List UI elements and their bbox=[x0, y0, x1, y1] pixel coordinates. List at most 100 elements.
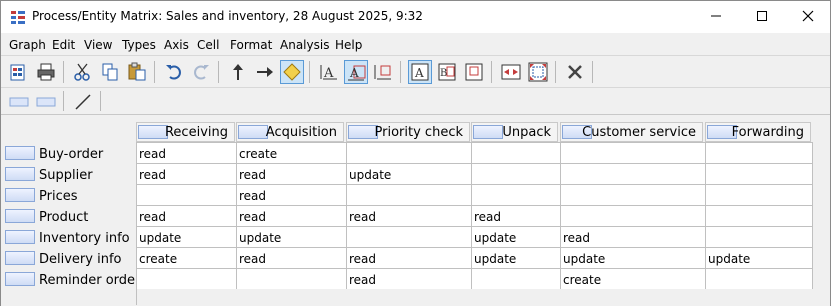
matrix-cell[interactable] bbox=[347, 185, 472, 206]
text-a-line-button[interactable] bbox=[371, 60, 395, 84]
row-header-inventory-info[interactable]: Inventory info bbox=[4, 228, 134, 247]
redo-button[interactable] bbox=[189, 60, 213, 84]
matrix-cell[interactable] bbox=[472, 269, 561, 290]
matrix-cell[interactable]: update bbox=[472, 227, 561, 248]
menu-axis[interactable]: Axis bbox=[164, 38, 189, 52]
column-header-unpack[interactable]: Unpack bbox=[471, 122, 558, 142]
matrix-cell[interactable]: read bbox=[347, 206, 472, 227]
text-frame-ba-button[interactable]: B bbox=[435, 60, 459, 84]
matrix-cell[interactable]: read bbox=[347, 269, 472, 290]
open-document-button[interactable] bbox=[7, 60, 31, 84]
matrix-cell[interactable] bbox=[561, 143, 706, 164]
matrix-cell[interactable] bbox=[137, 185, 237, 206]
print-button[interactable] bbox=[34, 60, 58, 84]
row-header-product[interactable]: Product bbox=[4, 207, 134, 226]
cut-button[interactable] bbox=[71, 60, 95, 84]
matrix-cell[interactable] bbox=[706, 164, 813, 185]
matrix-cell[interactable] bbox=[561, 206, 706, 227]
menu-graph[interactable]: Graph bbox=[9, 38, 46, 52]
matrix-cell[interactable]: create bbox=[137, 248, 237, 269]
paste-button[interactable] bbox=[125, 60, 149, 84]
column-label: Receiving bbox=[164, 125, 228, 140]
matrix-cell[interactable] bbox=[472, 185, 561, 206]
text-frame-a-button[interactable]: A bbox=[408, 60, 432, 84]
matrix-cell[interactable] bbox=[472, 164, 561, 185]
matrix-cell[interactable]: read bbox=[237, 248, 347, 269]
matrix-cell[interactable] bbox=[347, 143, 472, 164]
matrix-cell[interactable]: update bbox=[561, 248, 706, 269]
menu-types[interactable]: Types bbox=[122, 38, 156, 52]
menu-cell[interactable]: Cell bbox=[197, 38, 219, 52]
matrix-cell[interactable] bbox=[561, 164, 706, 185]
matrix-cell[interactable]: read bbox=[237, 206, 347, 227]
expand-columns-button[interactable] bbox=[499, 60, 523, 84]
matrix-cell[interactable] bbox=[706, 227, 813, 248]
matrix-cell[interactable]: read bbox=[347, 248, 472, 269]
line-tool-button[interactable] bbox=[71, 90, 95, 114]
matrix-cell[interactable]: create bbox=[561, 269, 706, 290]
text-a-underline-button[interactable]: A bbox=[317, 60, 341, 84]
matrix-cell[interactable] bbox=[706, 206, 813, 227]
matrix-cell[interactable] bbox=[706, 269, 813, 290]
matrix-cell[interactable] bbox=[706, 185, 813, 206]
copy-button[interactable] bbox=[98, 60, 122, 84]
menu-view[interactable]: View bbox=[84, 38, 112, 52]
matrix-cell[interactable]: read bbox=[137, 206, 237, 227]
title-bar[interactable]: Process/Entity Matrix: Sales and invento… bbox=[1, 1, 830, 33]
matrix-cell[interactable]: read bbox=[137, 164, 237, 185]
column-header-acquisition[interactable]: Acquisition bbox=[236, 122, 344, 142]
column-header-receiving[interactable]: Receiving bbox=[136, 122, 235, 142]
column-header-style-button[interactable] bbox=[34, 90, 58, 114]
expand-columns-icon bbox=[501, 64, 521, 80]
matrix-cell[interactable]: read bbox=[137, 143, 237, 164]
delete-button[interactable] bbox=[563, 60, 587, 84]
row-header-supplier[interactable]: Supplier bbox=[4, 165, 134, 184]
matrix-cell[interactable]: create bbox=[237, 143, 347, 164]
menu-edit[interactable]: Edit bbox=[52, 38, 75, 52]
matrix-cell[interactable]: update bbox=[706, 248, 813, 269]
minimize-button[interactable] bbox=[693, 1, 739, 31]
main-toolbar: A A A B bbox=[1, 55, 830, 87]
diamond-button[interactable] bbox=[280, 60, 304, 84]
select-all-button[interactable] bbox=[526, 60, 550, 84]
maximize-button[interactable] bbox=[739, 1, 785, 31]
process-icon bbox=[348, 125, 378, 139]
arrow-up-button[interactable] bbox=[226, 60, 250, 84]
column-header-priority-check[interactable]: Priority check bbox=[346, 122, 470, 142]
text-a-underline-icon: A bbox=[320, 65, 337, 81]
column-header-forwarding[interactable]: Forwarding bbox=[705, 122, 811, 142]
matrix-cell[interactable] bbox=[561, 185, 706, 206]
matrix-cell[interactable] bbox=[347, 227, 472, 248]
menu-help[interactable]: Help bbox=[335, 38, 362, 52]
matrix-cell[interactable]: update bbox=[237, 227, 347, 248]
row-header-prices[interactable]: Prices bbox=[4, 186, 134, 205]
row-header-style-button[interactable] bbox=[7, 90, 31, 114]
row-header-buy-order[interactable]: Buy-order bbox=[4, 144, 134, 163]
undo-button[interactable] bbox=[162, 60, 186, 84]
text-frame-button[interactable] bbox=[462, 60, 486, 84]
matrix-cell[interactable] bbox=[472, 143, 561, 164]
application-window: Process/Entity Matrix: Sales and invento… bbox=[0, 0, 831, 306]
row-label: Reminder order bbox=[39, 273, 141, 288]
matrix-cell[interactable]: read bbox=[237, 185, 347, 206]
column-header-customer-service[interactable]: Customer service bbox=[560, 122, 703, 142]
matrix-cell[interactable]: update bbox=[137, 227, 237, 248]
text-a-box-button[interactable]: A bbox=[344, 60, 368, 84]
menu-analysis[interactable]: Analysis bbox=[280, 38, 329, 52]
matrix-cell[interactable]: read bbox=[472, 206, 561, 227]
close-button[interactable] bbox=[785, 1, 831, 31]
matrix-cell[interactable] bbox=[706, 143, 813, 164]
row-header-reminder-order[interactable]: Reminder order bbox=[4, 270, 140, 289]
matrix-cell[interactable] bbox=[137, 269, 237, 290]
arrow-right-button[interactable] bbox=[253, 60, 277, 84]
menu-format[interactable]: Format bbox=[230, 38, 272, 52]
secondary-toolbar bbox=[1, 87, 830, 115]
maximize-icon bbox=[757, 11, 767, 21]
matrix-cell[interactable]: update bbox=[347, 164, 472, 185]
matrix-cell[interactable] bbox=[237, 269, 347, 290]
matrix-cell[interactable]: read bbox=[237, 164, 347, 185]
row-header-delivery-info[interactable]: Delivery info bbox=[4, 249, 134, 268]
matrix-cell[interactable]: read bbox=[561, 227, 706, 248]
matrix-cell[interactable]: update bbox=[472, 248, 561, 269]
diamond-icon bbox=[283, 63, 301, 81]
